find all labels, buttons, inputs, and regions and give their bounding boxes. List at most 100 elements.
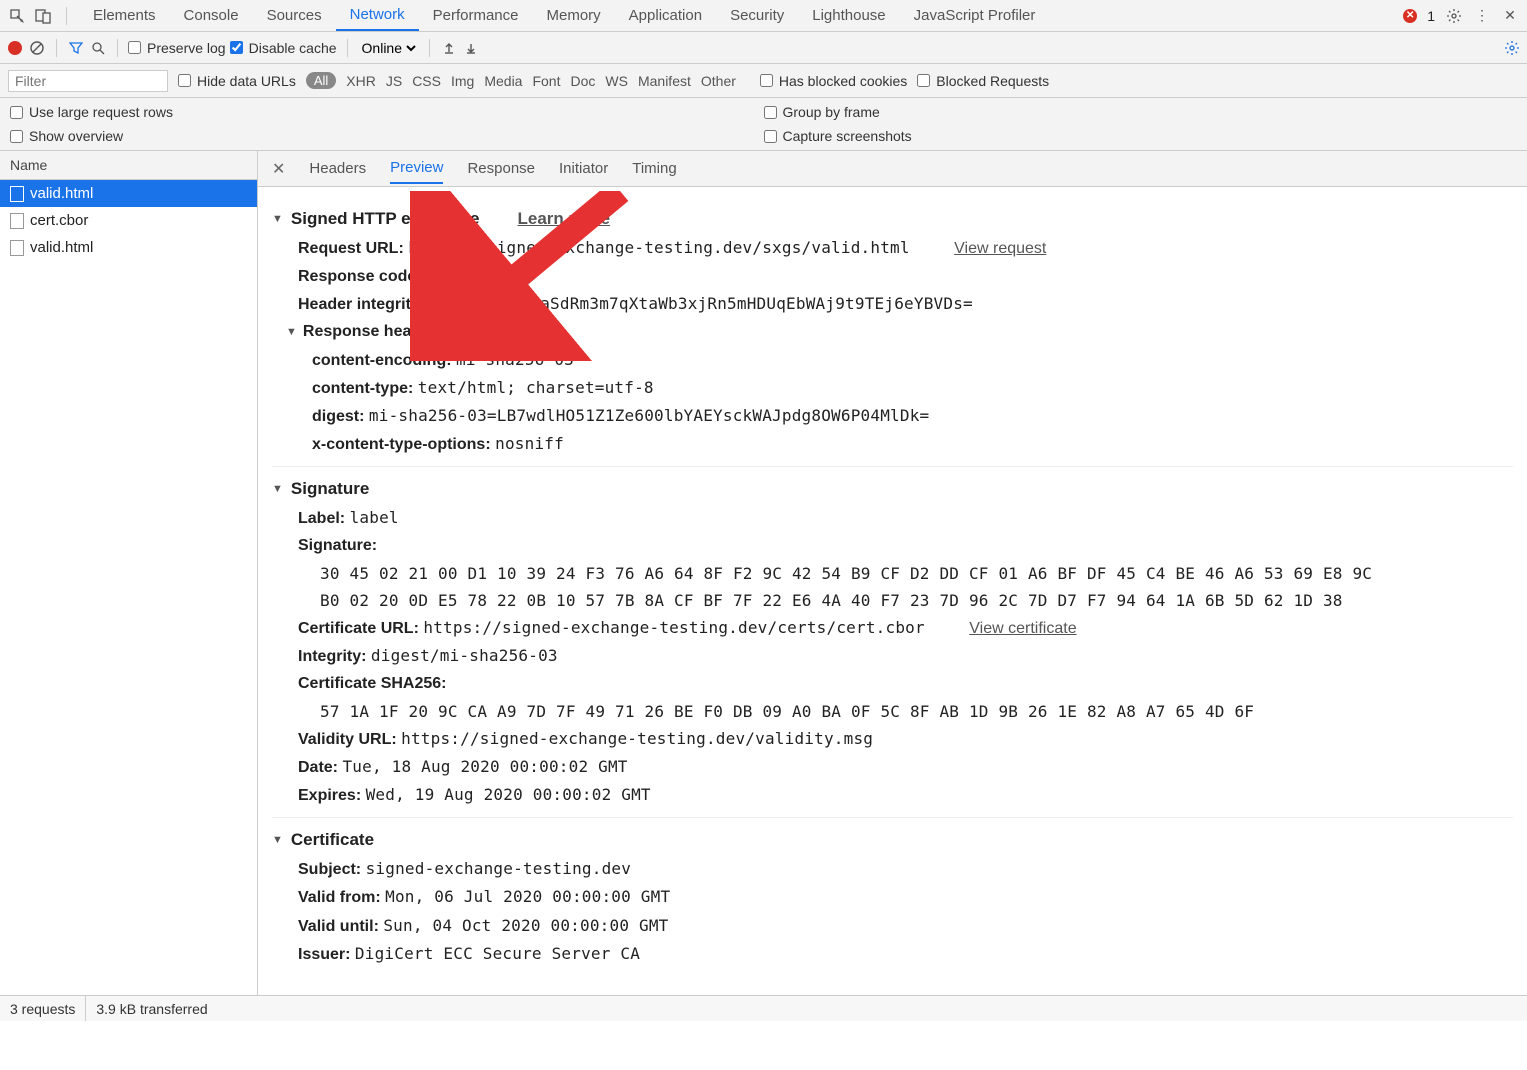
has-blocked-cookies-label: Has blocked cookies: [779, 73, 907, 89]
issuer-value: DigiCert ECC Secure Server CA: [355, 944, 640, 963]
digest-key: digest:: [312, 408, 364, 425]
more-menu-icon[interactable]: ⋮: [1473, 7, 1491, 25]
signature-value-line1: 30 45 02 21 00 D1 10 39 24 F3 76 A6 64 8…: [272, 560, 1513, 587]
blocked-requests-input[interactable]: [917, 74, 930, 87]
filter-toggle-icon[interactable]: [67, 39, 85, 57]
filter-type-other[interactable]: Other: [701, 73, 736, 89]
preserve-log-checkbox[interactable]: Preserve log: [128, 40, 226, 56]
name-column-header[interactable]: Name: [0, 151, 257, 180]
tab-performance[interactable]: Performance: [419, 1, 533, 30]
inspect-element-icon[interactable]: [8, 7, 26, 25]
filter-type-js[interactable]: JS: [386, 73, 402, 89]
error-badge-icon[interactable]: ✕: [1403, 9, 1417, 23]
use-large-rows-checkbox[interactable]: Use large request rows: [10, 104, 764, 120]
integrity-key: Integrity:: [298, 648, 366, 665]
response-code-key: Response code:: [298, 268, 422, 285]
blocked-requests-checkbox[interactable]: Blocked Requests: [917, 73, 1049, 89]
main-split: Name valid.html cert.cbor valid.html 3 r…: [0, 151, 1527, 1021]
use-large-rows-input[interactable]: [10, 106, 23, 119]
download-har-icon[interactable]: [462, 39, 480, 57]
preserve-log-input[interactable]: [128, 41, 141, 54]
signature-title: Signature: [291, 475, 369, 504]
file-icon: [10, 186, 24, 202]
hide-data-urls-checkbox[interactable]: Hide data URLs: [178, 73, 296, 89]
show-overview-input[interactable]: [10, 130, 23, 143]
disable-cache-input[interactable]: [230, 41, 243, 54]
error-count[interactable]: 1: [1427, 8, 1435, 24]
device-toolbar-icon[interactable]: [34, 7, 52, 25]
filter-type-ws[interactable]: WS: [605, 73, 628, 89]
response-headers-header[interactable]: ▼ Response headers:: [272, 318, 1513, 345]
valid-until-value: Sun, 04 Oct 2020 00:00:00 GMT: [383, 916, 668, 935]
request-row[interactable]: cert.cbor: [0, 207, 257, 234]
detail-tab-headers[interactable]: Headers: [309, 154, 366, 183]
tab-sources[interactable]: Sources: [253, 1, 336, 30]
disable-cache-label: Disable cache: [249, 40, 337, 56]
capture-screenshots-input[interactable]: [764, 130, 777, 143]
filter-type-manifest[interactable]: Manifest: [638, 73, 691, 89]
filter-type-all[interactable]: All: [306, 72, 336, 89]
tab-security[interactable]: Security: [716, 1, 798, 30]
validity-url-key: Validity URL:: [298, 731, 397, 748]
tab-application[interactable]: Application: [615, 1, 716, 30]
detail-tab-timing[interactable]: Timing: [632, 154, 676, 183]
filter-input[interactable]: [8, 70, 168, 92]
filter-type-css[interactable]: CSS: [412, 73, 441, 89]
disclosure-triangle-icon[interactable]: ▼: [272, 831, 283, 850]
learn-more-link[interactable]: Learn more: [518, 205, 611, 234]
tab-network[interactable]: Network: [336, 0, 419, 31]
signature-value-line2: B0 02 20 0D E5 78 22 0B 10 57 7B 8A CF B…: [272, 587, 1513, 614]
show-overview-checkbox[interactable]: Show overview: [10, 128, 764, 144]
detail-tab-preview[interactable]: Preview: [390, 153, 443, 184]
close-devtools-icon[interactable]: ✕: [1501, 7, 1519, 25]
valid-until-key: Valid until:: [298, 918, 379, 935]
tab-jsprofiler[interactable]: JavaScript Profiler: [900, 1, 1050, 30]
filter-type-xhr[interactable]: XHR: [346, 73, 376, 89]
disclosure-triangle-icon[interactable]: ▼: [272, 480, 283, 499]
has-blocked-cookies-input[interactable]: [760, 74, 773, 87]
view-request-link[interactable]: View request: [954, 240, 1046, 257]
network-settings-gear-icon[interactable]: [1503, 39, 1521, 57]
disable-cache-checkbox[interactable]: Disable cache: [230, 40, 337, 56]
subject-key: Subject:: [298, 861, 361, 878]
request-row[interactable]: valid.html: [0, 234, 257, 261]
tab-elements[interactable]: Elements: [79, 1, 170, 30]
request-name: valid.html: [30, 185, 93, 202]
section-exchange: ▼ Signed HTTP exchange Learn more Reques…: [272, 197, 1513, 467]
use-large-rows-label: Use large request rows: [29, 104, 173, 120]
upload-har-icon[interactable]: [440, 39, 458, 57]
separator: [117, 39, 118, 57]
tab-lighthouse[interactable]: Lighthouse: [798, 1, 899, 30]
signature-header[interactable]: ▼ Signature: [272, 475, 1513, 504]
search-icon[interactable]: [89, 39, 107, 57]
record-button[interactable]: [6, 39, 24, 57]
xcto-value: nosniff: [495, 434, 564, 453]
throttling-select[interactable]: Online: [358, 39, 419, 57]
disclosure-triangle-icon[interactable]: ▼: [286, 323, 297, 342]
capture-screenshots-checkbox[interactable]: Capture screenshots: [764, 128, 1518, 144]
tab-console[interactable]: Console: [170, 1, 253, 30]
close-detail-icon[interactable]: ✕: [272, 159, 285, 179]
hide-data-urls-label: Hide data URLs: [197, 73, 296, 89]
exchange-header[interactable]: ▼ Signed HTTP exchange Learn more: [272, 205, 1513, 234]
hide-data-urls-input[interactable]: [178, 74, 191, 87]
filter-type-font[interactable]: Font: [532, 73, 560, 89]
request-row[interactable]: valid.html: [0, 180, 257, 207]
detail-tab-response[interactable]: Response: [467, 154, 535, 183]
filter-type-doc[interactable]: Doc: [570, 73, 595, 89]
clear-button[interactable]: [28, 39, 46, 57]
group-by-frame-checkbox[interactable]: Group by frame: [764, 104, 1518, 120]
view-certificate-link[interactable]: View certificate: [969, 620, 1076, 637]
filter-type-media[interactable]: Media: [484, 73, 522, 89]
disclosure-triangle-icon[interactable]: ▼: [272, 210, 283, 229]
detail-tab-initiator[interactable]: Initiator: [559, 154, 608, 183]
certificate-header[interactable]: ▼ Certificate: [272, 826, 1513, 855]
has-blocked-cookies-checkbox[interactable]: Has blocked cookies: [760, 73, 907, 89]
valid-from-key: Valid from:: [298, 889, 381, 906]
filter-type-img[interactable]: Img: [451, 73, 474, 89]
group-by-frame-input[interactable]: [764, 106, 777, 119]
settings-gear-icon[interactable]: [1445, 7, 1463, 25]
cert-url-value: https://signed-exchange-testing.dev/cert…: [423, 618, 924, 637]
file-icon: [10, 213, 24, 229]
tab-memory[interactable]: Memory: [533, 1, 615, 30]
